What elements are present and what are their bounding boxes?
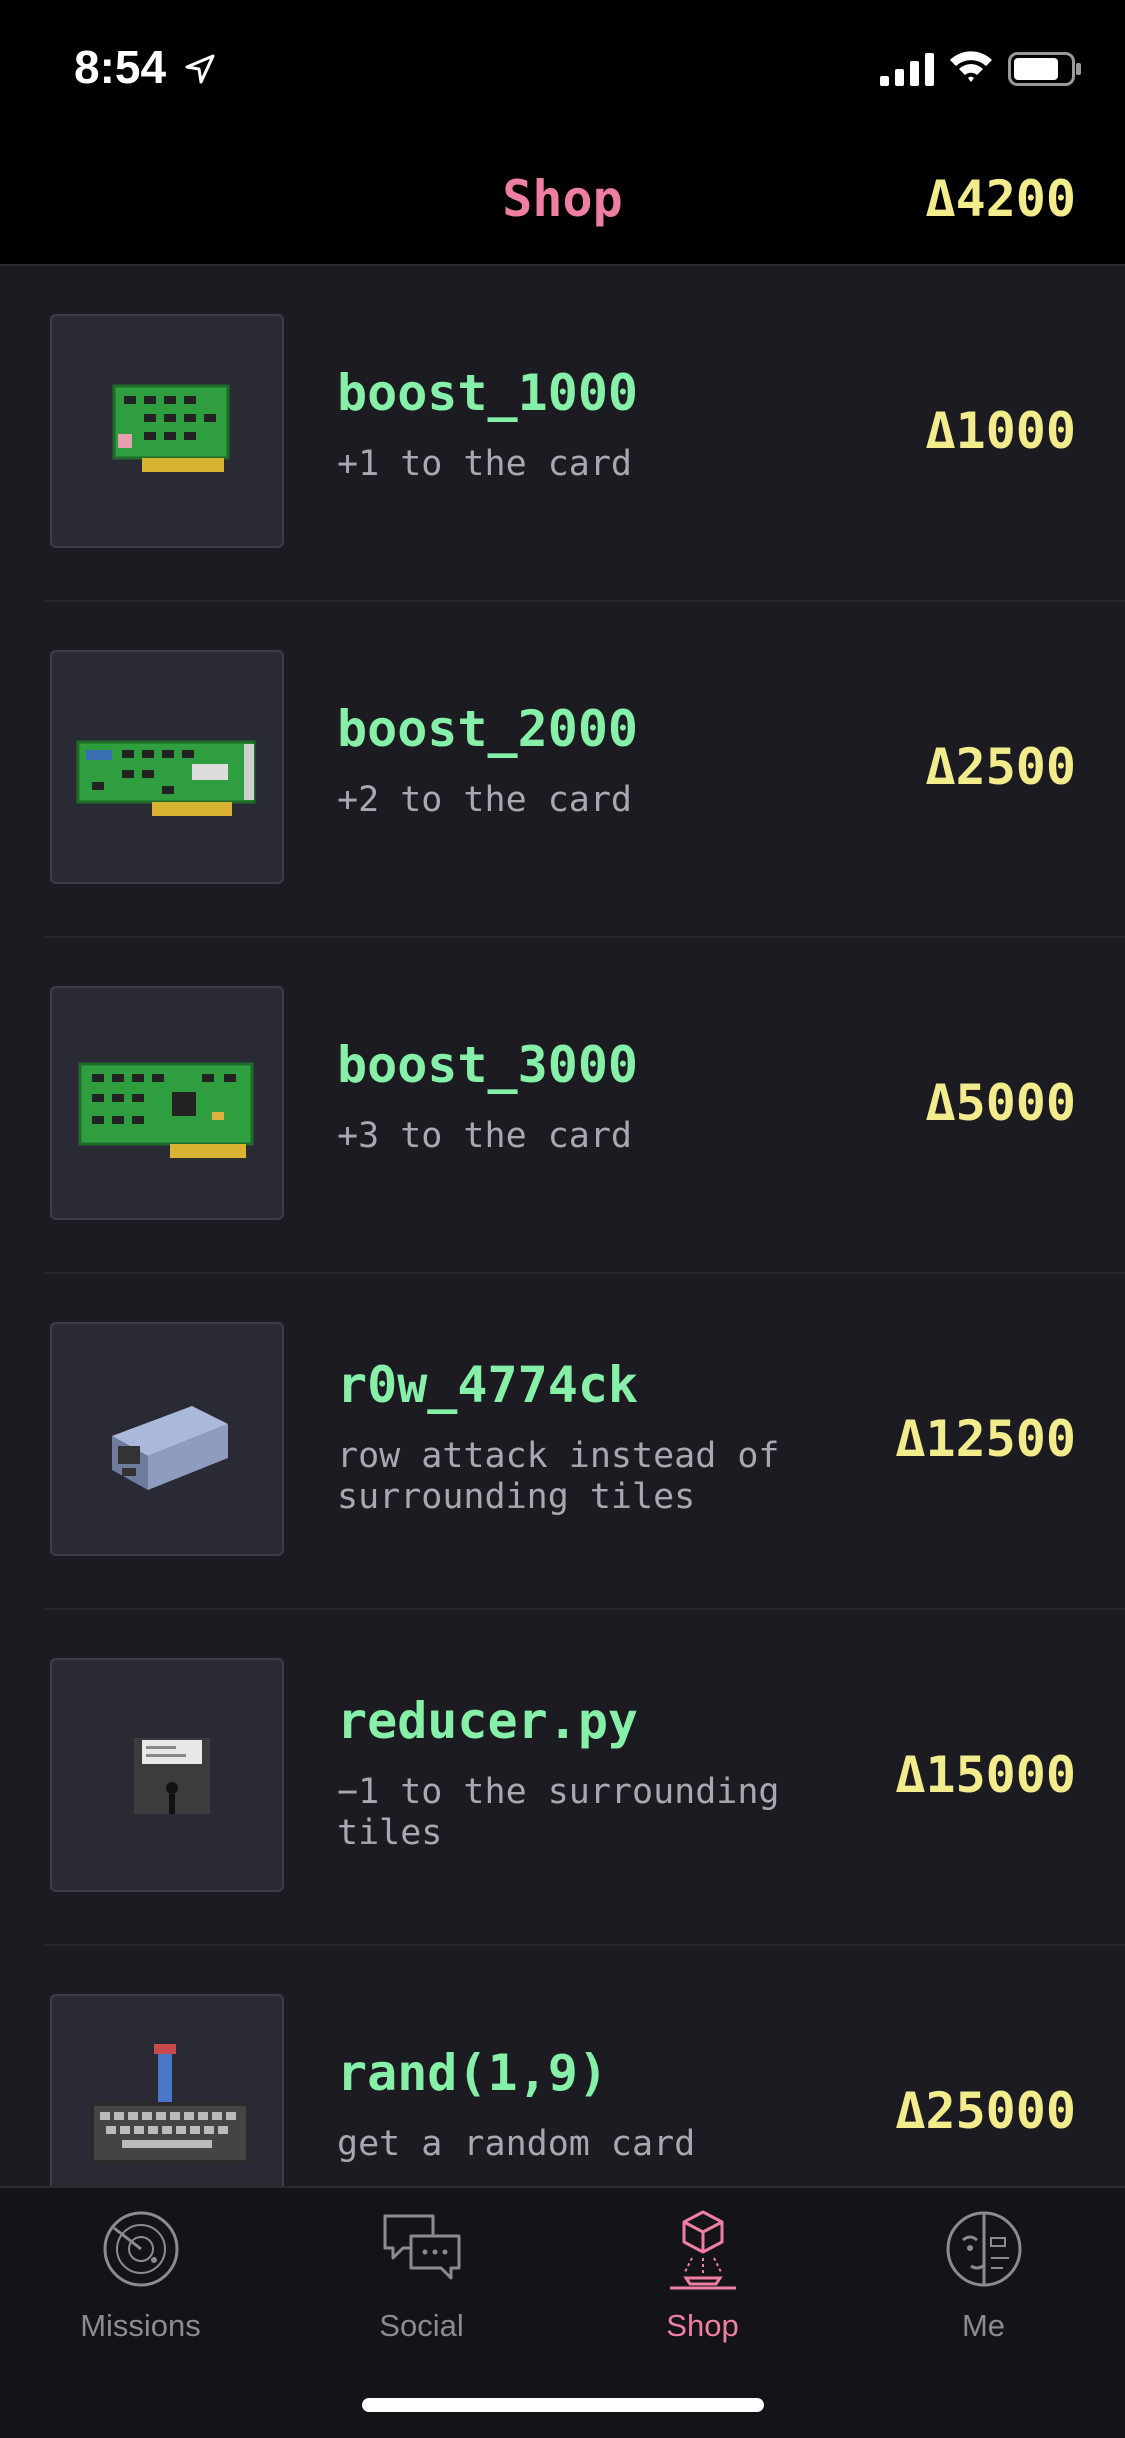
power-supply-icon — [112, 1406, 228, 1490]
item-name: boost_3000 — [337, 1036, 639, 1094]
item-price[interactable]: Δ5000 — [925, 1074, 1076, 1132]
tab-label: Me — [961, 2308, 1006, 2343]
location-arrow-icon — [185, 54, 215, 84]
item-description: −1 to the surrounding tiles — [337, 1772, 780, 1853]
item-description: +1 to the card — [337, 444, 633, 484]
cellular-signal-icon — [880, 53, 934, 86]
item-description: +2 to the card — [337, 780, 633, 820]
wifi-icon — [950, 51, 992, 82]
item-thumbnail — [50, 1658, 284, 1892]
floppy-disk-icon — [134, 1738, 210, 1814]
item-price[interactable]: Δ12500 — [895, 1410, 1076, 1468]
tab-me[interactable]: Me — [843, 2188, 1124, 2348]
tab-social[interactable]: Social — [281, 2188, 562, 2348]
tab-label: Social — [379, 2308, 464, 2343]
face-icon — [946, 2211, 1022, 2287]
item-name: boost_2000 — [337, 700, 639, 758]
circuit-card-icon — [78, 1062, 254, 1158]
item-description: get a random card — [337, 2124, 696, 2164]
item-thumbnail — [50, 650, 284, 884]
shop-item-row[interactable]: boost_2000 +2 to the card Δ2500 — [0, 602, 1125, 938]
item-name: r0w_4774ck — [337, 1356, 639, 1414]
item-name: rand(1,9) — [337, 2044, 608, 2102]
item-price[interactable]: Δ1000 — [925, 402, 1076, 460]
item-thumbnail — [50, 1322, 284, 1556]
tab-label: Missions — [80, 2308, 201, 2343]
currency-balance: Δ4200 — [925, 170, 1076, 228]
tab-shop[interactable]: Shop — [562, 2188, 843, 2348]
item-name: reducer.py — [337, 1692, 639, 1750]
item-price[interactable]: Δ15000 — [895, 1746, 1076, 1804]
keyboard-icon — [90, 2044, 250, 2164]
item-thumbnail — [50, 1994, 284, 2186]
hologram-cube-icon — [670, 2210, 736, 2290]
chat-bubbles-icon — [383, 2214, 461, 2280]
status-time: 8:54 — [74, 41, 167, 93]
circuit-card-icon — [112, 384, 230, 472]
item-price[interactable]: Δ2500 — [925, 738, 1076, 796]
item-thumbnail — [50, 314, 284, 548]
item-description: +3 to the card — [337, 1116, 633, 1156]
shop-list[interactable]: boost_1000 +1 to the card Δ1000 boost_20… — [0, 266, 1125, 2186]
shop-item-row[interactable]: r0w_4774ck row attack instead of surroun… — [0, 1274, 1125, 1610]
item-description: row attack instead of surrounding tiles — [337, 1436, 780, 1517]
tab-label: Shop — [666, 2308, 739, 2343]
circuit-card-icon — [76, 740, 256, 816]
item-price[interactable]: Δ25000 — [895, 2082, 1076, 2140]
item-name: boost_1000 — [337, 364, 639, 422]
nav-bar: Shop Δ4200 — [0, 140, 1125, 266]
battery-icon — [1008, 52, 1081, 86]
radar-icon — [103, 2211, 179, 2287]
shop-item-row[interactable]: reducer.py −1 to the surrounding tiles Δ… — [0, 1610, 1125, 1946]
status-bar: 8:54 — [0, 0, 1125, 140]
tab-missions[interactable]: Missions — [0, 2188, 281, 2348]
shop-item-row[interactable]: boost_3000 +3 to the card Δ5000 — [0, 938, 1125, 1274]
shop-item-row[interactable]: boost_1000 +1 to the card Δ1000 — [0, 266, 1125, 602]
item-thumbnail — [50, 986, 284, 1220]
shop-item-row[interactable]: rand(1,9) get a random card Δ25000 — [0, 1946, 1125, 2186]
home-indicator[interactable] — [362, 2398, 764, 2412]
